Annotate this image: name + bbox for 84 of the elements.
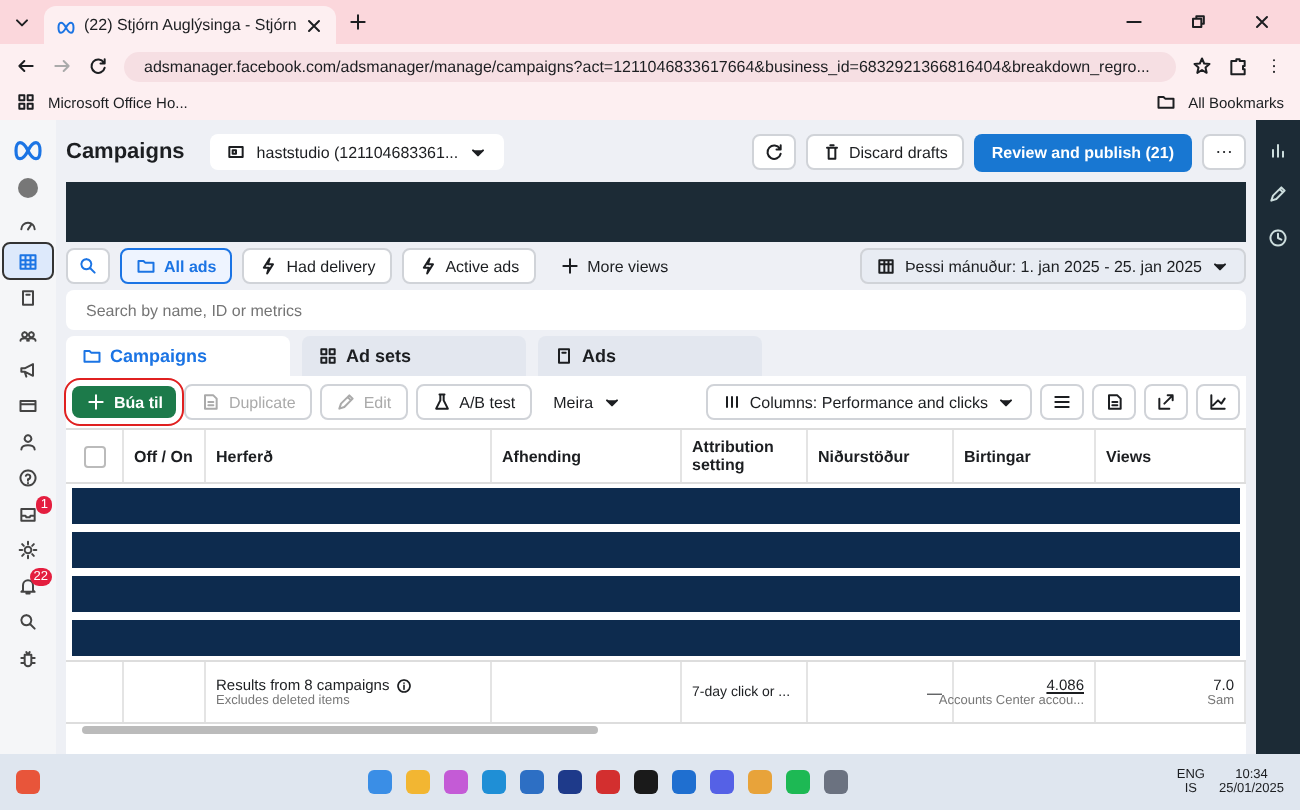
person-icon xyxy=(18,431,38,451)
new-tab-icon[interactable] xyxy=(348,12,369,32)
folder-icon xyxy=(82,346,102,366)
export-icon xyxy=(1156,392,1176,412)
more-views-button[interactable]: More views xyxy=(545,250,683,282)
back-icon[interactable] xyxy=(16,56,36,76)
apps-icon[interactable] xyxy=(16,92,36,112)
review-publish-button[interactable]: Review and publish (21) xyxy=(973,133,1192,171)
puzzle-icon[interactable] xyxy=(1228,56,1248,76)
search-field[interactable]: Search by name, ID or metrics xyxy=(66,290,1246,330)
refresh-icon xyxy=(763,142,783,162)
document-icon xyxy=(200,392,221,412)
pencil-icon[interactable] xyxy=(1268,184,1288,204)
calendar-icon xyxy=(876,256,897,276)
info-icon[interactable] xyxy=(395,677,412,693)
restore-icon[interactable] xyxy=(1188,12,1208,32)
view-tab[interactable]: Active ads xyxy=(401,248,536,284)
plus-icon xyxy=(559,256,580,276)
star-icon[interactable] xyxy=(1192,56,1212,76)
column-header[interactable]: Off / On xyxy=(124,430,206,482)
view-tab[interactable]: Had delivery xyxy=(242,248,392,284)
lines-icon xyxy=(1052,392,1072,412)
bug-icon xyxy=(18,647,38,667)
create-button[interactable]: Búa til xyxy=(72,386,177,418)
column-header[interactable]: Birtingar xyxy=(954,430,1096,482)
close-tab-icon[interactable] xyxy=(304,15,325,35)
column-header[interactable]: Attribution setting xyxy=(682,430,808,482)
account-icon xyxy=(226,142,247,162)
table-icon xyxy=(18,251,38,271)
column-header[interactable]: Herferð xyxy=(206,430,492,482)
scrollbar-thumb[interactable] xyxy=(82,726,599,734)
level-tab[interactable]: Campaigns xyxy=(66,336,290,376)
help-icon xyxy=(18,467,38,487)
plus-icon xyxy=(86,392,106,412)
address-bar[interactable]: adsmanager.facebook.com/adsmanager/manage/campaigns?act=1211046833617664&business_id=6832921366816404&breakdown_regro... xyxy=(124,51,1176,81)
column-header[interactable]: Niðurstöður xyxy=(808,430,954,482)
search-icon xyxy=(78,256,98,276)
lightning-icon xyxy=(417,256,438,276)
lightning-icon xyxy=(258,256,279,276)
pages-icon xyxy=(18,287,38,307)
bell-icon xyxy=(18,575,38,595)
flask-icon xyxy=(431,392,452,412)
account-selector[interactable]: haststudio (121104683361... xyxy=(210,134,505,170)
grid-icon xyxy=(318,346,338,366)
bar-chart-icon[interactable] xyxy=(1268,140,1288,160)
pencil-icon xyxy=(335,392,356,412)
line-chart-icon xyxy=(1208,392,1228,412)
column-header[interactable]: Afhending xyxy=(492,430,682,482)
column-header[interactable]: Views xyxy=(1096,430,1246,482)
export-button[interactable] xyxy=(1144,384,1188,420)
chart-button[interactable] xyxy=(1196,384,1240,420)
level-tab[interactable]: Ad sets xyxy=(302,336,526,376)
browser-tab[interactable]: (22) Stjórn Auglýsinga - Stjórn xyxy=(44,6,337,44)
clock-icon[interactable] xyxy=(1268,228,1288,248)
megaphone-icon xyxy=(18,359,38,379)
close-icon[interactable] xyxy=(1252,12,1272,32)
taskbar-app-icon[interactable] xyxy=(558,770,583,794)
discard-drafts-button[interactable]: Discard drafts xyxy=(805,134,964,170)
columns-icon xyxy=(721,392,742,412)
ab-test-button[interactable]: A/B test xyxy=(415,384,532,420)
search-button[interactable] xyxy=(66,248,110,284)
app-icon[interactable] xyxy=(16,770,40,794)
card-icon xyxy=(18,395,38,415)
avatar-icon[interactable] xyxy=(18,178,38,198)
more-dropdown[interactable]: Meira xyxy=(539,386,636,418)
folder-icon xyxy=(136,256,156,276)
tab-title: (22) Stjórn Auglýsinga - Stjórn xyxy=(84,16,297,34)
search-icon xyxy=(18,611,38,631)
page-title: Campaigns xyxy=(66,140,185,164)
level-tab[interactable]: Ads xyxy=(538,336,762,376)
reports-button[interactable] xyxy=(1092,384,1136,420)
refresh-button[interactable] xyxy=(751,134,795,170)
reload-icon[interactable] xyxy=(88,56,108,76)
select-all-checkbox[interactable] xyxy=(83,445,105,467)
folder-icon xyxy=(1156,92,1177,112)
document-icon xyxy=(1104,392,1124,412)
view-tab[interactable]: All ads xyxy=(120,248,233,284)
page-icon xyxy=(554,346,574,366)
trash-icon xyxy=(821,142,841,162)
columns-dropdown[interactable]: Columns: Performance and clicks xyxy=(705,384,1032,420)
date-range-picker[interactable]: Þessi mánuður: 1. jan 2025 - 25. jan 2025 xyxy=(860,248,1246,284)
breakdown-button[interactable] xyxy=(1040,384,1084,420)
inbox-icon xyxy=(18,503,38,523)
taskbar-app-icon[interactable] xyxy=(634,770,659,794)
